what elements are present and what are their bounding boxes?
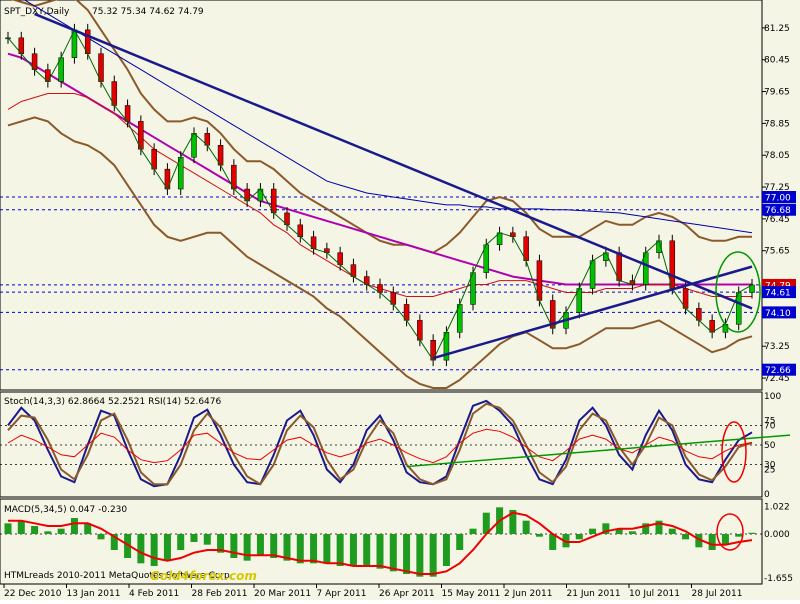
macd-bar: [748, 532, 756, 534]
stoch-tick-label: 100: [764, 392, 781, 402]
macd-bar: [243, 534, 251, 561]
macd-bar: [177, 534, 185, 550]
macd-bar: [376, 534, 384, 569]
x-tick-label: 20 Mar 2011: [254, 589, 311, 599]
macd-bar: [310, 534, 318, 564]
price-badge-label: 76.68: [765, 206, 791, 216]
price-tick-label: 78.05: [764, 151, 790, 161]
macd-bar: [429, 534, 437, 577]
stoch-tick-label: 25: [764, 466, 775, 476]
macd-tick-label: 0.000: [764, 530, 790, 540]
chart: SPT_DXY,Daily 75.32 75.34 74.62 74.79 St…: [0, 0, 800, 600]
macd-bar: [469, 528, 477, 534]
macd-bar: [296, 534, 304, 564]
macd-tick-label: -1.655: [764, 574, 793, 584]
macd-bar: [522, 520, 530, 534]
x-tick-label: 4 Feb 2011: [129, 589, 179, 599]
x-tick-label: 28 Feb 2011: [192, 589, 248, 599]
price-tick-label: 73.25: [764, 342, 790, 352]
macd-bar: [4, 523, 12, 534]
macd-bar: [442, 534, 450, 566]
price-badge-label: 74.61: [765, 289, 791, 299]
macd-bar: [137, 534, 145, 564]
macd-bar: [150, 534, 158, 566]
macd-bar: [57, 528, 65, 534]
macd-bar: [735, 534, 743, 537]
x-tick-label: 22 Dec 2010: [4, 589, 62, 599]
macd-bar: [721, 534, 729, 545]
x-tick-label: 7 Apr 2011: [317, 589, 367, 599]
watermark: Gold4forex.com: [150, 569, 257, 583]
macd-tick-label: 1.022: [764, 503, 790, 513]
macd-bar: [628, 531, 636, 534]
macd-bar: [416, 534, 424, 577]
price-badge-label: 72.66: [765, 366, 791, 376]
macd-bar: [389, 534, 397, 572]
macd-bar: [256, 534, 264, 556]
price-badge-label: 74.10: [765, 309, 791, 319]
macd-bar: [668, 528, 676, 534]
x-tick-label: 10 Jul 2011: [629, 589, 680, 599]
stoch-tick-label: 70: [764, 421, 776, 431]
macd-bar: [230, 534, 238, 558]
macd-bar: [363, 534, 371, 566]
macd-bar: [349, 534, 357, 566]
price-tick-label: 76.45: [764, 215, 790, 225]
stoch-tick-label: 0: [764, 490, 770, 500]
macd-bar: [589, 528, 597, 534]
price-tick-label: 81.25: [764, 24, 790, 34]
x-tick-label: 21 Jun 2011: [567, 589, 621, 599]
macd-bar: [163, 534, 171, 561]
price-tick-label: 75.65: [764, 247, 790, 257]
stoch-pane: [0, 391, 763, 498]
macd-bar: [323, 534, 331, 564]
stoch-header: Stoch(14,3,3) 62.8664 52.2521 RSI(14) 52…: [4, 397, 222, 407]
macd-bar: [70, 518, 78, 534]
chart-canvas: SPT_DXY,Daily 75.32 75.34 74.62 74.79 St…: [0, 0, 796, 599]
macd-header: MACD(5,34,5) 0.047 -0.230: [4, 505, 127, 515]
macd-bar: [682, 534, 690, 540]
price-tick-label: 80.45: [764, 56, 790, 66]
macd-bar: [97, 534, 105, 540]
macd-bar: [31, 526, 39, 534]
price-header-ohlc: 75.32 75.34 74.62 74.79: [92, 7, 204, 17]
macd-bar: [17, 520, 25, 534]
stoch-tick-label: 50: [764, 441, 776, 451]
x-tick-label: 28 Jul 2011: [692, 589, 743, 599]
macd-bar: [575, 534, 583, 540]
x-tick-label: 2 Jun 2011: [504, 589, 552, 599]
x-tick-label: 15 May 2011: [442, 589, 501, 599]
macd-bar: [456, 534, 464, 550]
price-tick-label: 78.85: [764, 119, 790, 129]
macd-bar: [190, 534, 198, 542]
x-tick-label: 13 Jan 2011: [67, 589, 121, 599]
price-tick-label: 79.65: [764, 88, 790, 98]
macd-bar: [403, 534, 411, 574]
macd-bar: [203, 534, 211, 545]
macd-bar: [708, 534, 716, 550]
price-badge-label: 77.00: [765, 193, 791, 203]
x-tick-label: 26 Apr 2011: [379, 589, 435, 599]
macd-bar: [336, 534, 344, 566]
macd-bar: [44, 531, 52, 534]
macd-bar: [535, 534, 543, 537]
